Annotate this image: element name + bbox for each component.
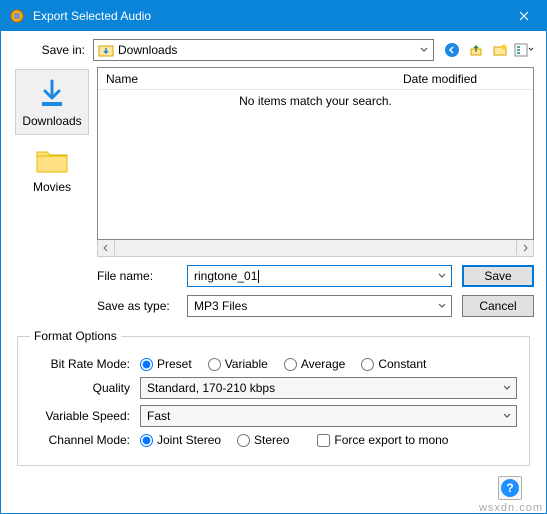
downloads-folder-icon bbox=[98, 43, 114, 57]
horizontal-scrollbar[interactable] bbox=[97, 240, 534, 257]
place-movies[interactable]: Movies bbox=[15, 135, 89, 201]
bit-rate-mode-label: Bit Rate Mode: bbox=[30, 357, 140, 371]
watermark: wsxdn.com bbox=[479, 502, 543, 514]
variable-speed-value: Fast bbox=[147, 409, 170, 423]
new-folder-button[interactable] bbox=[490, 40, 510, 60]
file-list[interactable]: Name Date modified No items match your s… bbox=[97, 67, 534, 240]
variable-speed-label: Variable Speed: bbox=[30, 409, 140, 423]
help-icon: ? bbox=[501, 479, 519, 497]
scroll-right-button[interactable] bbox=[516, 240, 533, 255]
save-in-value: Downloads bbox=[118, 43, 177, 57]
channel-mode-label: Channel Mode: bbox=[30, 433, 140, 447]
force-mono-checkbox[interactable]: Force export to mono bbox=[317, 433, 448, 447]
quality-label: Quality bbox=[30, 381, 140, 395]
place-downloads[interactable]: Downloads bbox=[15, 69, 89, 135]
format-options-group: Format Options Bit Rate Mode: Preset Var… bbox=[17, 329, 530, 466]
quality-combo[interactable]: Standard, 170-210 kbps bbox=[140, 377, 517, 399]
empty-message: No items match your search. bbox=[98, 94, 533, 108]
titlebar: Export Selected Audio bbox=[1, 1, 546, 31]
save-as-type-value: MP3 Files bbox=[194, 299, 247, 313]
format-options-legend: Format Options bbox=[30, 329, 121, 343]
places-bar: Downloads Movies bbox=[13, 67, 91, 257]
variable-speed-combo[interactable]: Fast bbox=[140, 405, 517, 427]
place-downloads-label: Downloads bbox=[22, 114, 81, 128]
file-name-input[interactable]: ringtone_01 bbox=[187, 265, 452, 287]
file-name-label: File name: bbox=[97, 269, 187, 283]
channel-joint-stereo-radio[interactable]: Joint Stereo bbox=[140, 433, 221, 447]
nav-up-button[interactable] bbox=[466, 40, 486, 60]
column-name[interactable]: Name bbox=[98, 72, 403, 86]
chevron-down-icon bbox=[437, 299, 447, 313]
help-button[interactable]: ? bbox=[498, 476, 522, 500]
save-button[interactable]: Save bbox=[462, 265, 534, 287]
chevron-down-icon bbox=[437, 269, 447, 283]
bitrate-average-radio[interactable]: Average bbox=[284, 357, 345, 371]
save-in-combo[interactable]: Downloads bbox=[93, 39, 434, 61]
close-button[interactable] bbox=[501, 1, 546, 31]
column-date[interactable]: Date modified bbox=[403, 72, 533, 86]
cancel-button[interactable]: Cancel bbox=[462, 295, 534, 317]
nav-back-button[interactable] bbox=[442, 40, 462, 60]
save-as-type-combo[interactable]: MP3 Files bbox=[187, 295, 452, 317]
bitrate-variable-radio[interactable]: Variable bbox=[208, 357, 268, 371]
window-title: Export Selected Audio bbox=[33, 9, 501, 23]
bitrate-constant-radio[interactable]: Constant bbox=[361, 357, 426, 371]
bitrate-preset-radio[interactable]: Preset bbox=[140, 357, 192, 371]
chevron-down-icon bbox=[502, 409, 512, 423]
place-movies-label: Movies bbox=[33, 180, 71, 194]
chevron-down-icon bbox=[502, 381, 512, 395]
file-list-header: Name Date modified bbox=[98, 68, 533, 90]
save-in-label: Save in: bbox=[13, 43, 93, 57]
downloads-icon bbox=[34, 76, 70, 112]
chevron-down-icon bbox=[419, 43, 429, 57]
channel-stereo-radio[interactable]: Stereo bbox=[237, 433, 289, 447]
folder-icon bbox=[34, 142, 70, 178]
view-menu-button[interactable] bbox=[514, 40, 534, 60]
app-icon bbox=[9, 8, 25, 24]
scroll-left-button[interactable] bbox=[98, 240, 115, 255]
save-as-type-label: Save as type: bbox=[97, 299, 187, 313]
quality-value: Standard, 170-210 kbps bbox=[147, 381, 275, 395]
file-name-value: ringtone_01 bbox=[194, 269, 257, 283]
